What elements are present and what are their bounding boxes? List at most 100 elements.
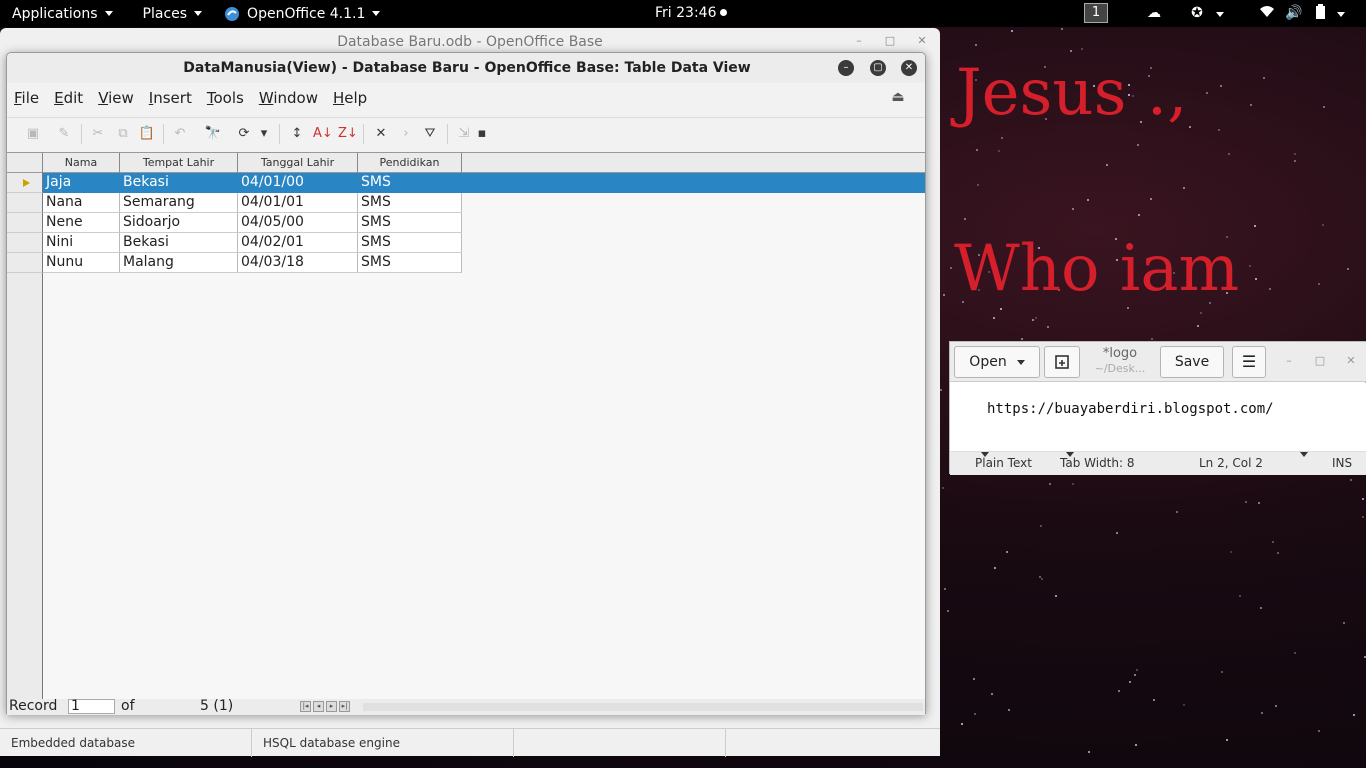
minimize-icon[interactable]: – [1282, 354, 1296, 368]
paste-icon[interactable]: 📋 [138, 125, 156, 143]
cell-pendidikan[interactable]: SMS [358, 213, 462, 233]
table-row[interactable]: Nini Bekasi 04/02/01 SMS [7, 233, 925, 253]
menu-insert[interactable]: Insert [142, 86, 200, 110]
menu-window[interactable]: Window [252, 86, 326, 110]
applications-menu[interactable]: Applications [0, 0, 125, 27]
star [1262, 77, 1265, 80]
weather-icon[interactable]: ☁ [1144, 4, 1164, 22]
table-row[interactable]: Nene Sidoarjo 04/05/00 SMS [7, 213, 925, 233]
menu-help[interactable]: Help [326, 86, 375, 110]
previous-record-icon[interactable]: ◂ [313, 701, 324, 712]
cell-pendidikan[interactable]: SMS [358, 233, 462, 253]
cell-tempat-lahir[interactable]: Bekasi [120, 233, 238, 253]
volume-icon[interactable]: 🔊 [1284, 4, 1304, 22]
row-handle[interactable] [7, 213, 43, 233]
chevron-down-icon[interactable] [1214, 4, 1226, 22]
document-extension-icon[interactable]: ⏏ [889, 89, 907, 107]
table-row[interactable]: Nana Semarang 04/01/01 SMS [7, 193, 925, 213]
column-header-tempat-lahir[interactable]: Tempat Lahir [120, 153, 238, 173]
save-record-icon[interactable]: ▣ [24, 125, 42, 143]
menu-view[interactable]: View [91, 86, 142, 110]
star [1254, 277, 1257, 280]
close-icon[interactable]: ✕ [915, 34, 929, 48]
sort-icon[interactable]: ↕ [288, 125, 306, 143]
workspace-indicator[interactable]: 1 [1084, 3, 1108, 23]
minimize-icon[interactable]: – [852, 34, 866, 48]
cell-pendidikan[interactable]: SMS [358, 173, 462, 193]
cell-nama[interactable]: Nunu [43, 253, 120, 273]
cell-tanggal-lahir[interactable]: 04/02/01 [238, 233, 358, 253]
last-record-icon[interactable]: ▸| [339, 701, 350, 712]
cell-tempat-lahir[interactable]: Sidoarjo [120, 213, 238, 233]
next-record-icon[interactable]: ▸ [326, 701, 337, 712]
maximize-icon[interactable]: ▢ [870, 60, 886, 76]
table-row[interactable]: Nunu Malang 04/03/18 SMS [7, 253, 925, 273]
sort-descending-icon[interactable]: Z↓ [338, 125, 358, 143]
menu-file[interactable]: File [7, 86, 47, 110]
editor-text-area[interactable]: https://buayaberdiri.blogspot.com/ [950, 383, 1366, 451]
close-icon[interactable]: ✕ [1344, 354, 1358, 368]
sort-ascending-icon[interactable]: A↓ [313, 125, 333, 143]
cell-nama[interactable]: Nana [43, 193, 120, 213]
open-button[interactable]: Open [954, 346, 1040, 378]
record-nav-buttons: |◂ ◂ ▸ ▸| [300, 701, 360, 712]
undo-icon[interactable]: ↶ [171, 125, 189, 143]
toolbar-overflow-icon[interactable]: ▪ [477, 125, 487, 143]
menu-edit[interactable]: Edit [47, 86, 91, 110]
column-header-nama[interactable]: Nama [43, 153, 120, 173]
standard-filter-icon[interactable]: ⛛ [421, 125, 439, 143]
maximize-icon[interactable]: □ [883, 34, 897, 48]
places-menu[interactable]: Places [125, 0, 215, 27]
autofilter-icon[interactable]: ✕ [372, 125, 390, 143]
close-icon[interactable]: ✕ [901, 60, 917, 76]
data-grid[interactable]: Nama Tempat Lahir Tanggal Lahir Pendidik… [7, 152, 925, 701]
first-record-icon[interactable]: |◂ [300, 701, 311, 712]
new-tab-button[interactable] [1044, 346, 1080, 378]
chevron-down-icon[interactable]: ▾ [259, 125, 269, 143]
data-to-text-icon[interactable]: ⇲ [455, 125, 473, 143]
horizontal-scrollbar[interactable] [363, 703, 923, 711]
cell-nama[interactable]: Nene [43, 213, 120, 233]
cell-tempat-lahir[interactable]: Bekasi [120, 173, 238, 193]
clock[interactable]: Fri 23:46 [655, 0, 728, 27]
cell-tempat-lahir[interactable]: Malang [120, 253, 238, 273]
save-button[interactable]: Save [1160, 346, 1224, 378]
star [942, 294, 945, 297]
accessibility-icon[interactable]: ✪ [1187, 4, 1207, 22]
column-header-tanggal-lahir[interactable]: Tanggal Lahir [238, 153, 358, 173]
document-title: *logo [1102, 346, 1138, 361]
row-handle[interactable] [7, 253, 43, 273]
cell-tanggal-lahir[interactable]: 04/03/18 [238, 253, 358, 273]
row-handle[interactable] [7, 193, 43, 213]
maximize-icon[interactable]: □ [1313, 354, 1327, 368]
wifi-icon[interactable] [1257, 4, 1277, 22]
row-handle[interactable] [7, 173, 43, 193]
record-number-input[interactable]: 1 [68, 699, 115, 714]
column-header-pendidikan[interactable]: Pendidikan [358, 153, 462, 173]
cell-pendidikan[interactable]: SMS [358, 193, 462, 213]
chevron-down-icon[interactable] [1335, 4, 1347, 22]
cell-nama[interactable]: Nini [43, 233, 120, 253]
copy-icon[interactable]: ⧉ [114, 125, 132, 143]
cell-pendidikan[interactable]: SMS [358, 253, 462, 273]
text-editor-window[interactable]: Open *logo ~/Desk... Save ☰ – □ ✕ https:… [949, 341, 1366, 475]
window-titlebar[interactable]: DataManusia(View) - Database Baru - Open… [7, 53, 925, 83]
battery-icon[interactable] [1311, 4, 1331, 22]
find-record-icon[interactable]: 🔭 [204, 125, 222, 143]
cut-icon[interactable]: ✂ [89, 125, 107, 143]
cell-tanggal-lahir[interactable]: 04/01/00 [238, 173, 358, 193]
table-row[interactable]: Jaja Bekasi 04/01/00 SMS [7, 173, 925, 193]
cell-tanggal-lahir[interactable]: 04/05/00 [238, 213, 358, 233]
edit-data-icon[interactable]: ✎ [55, 125, 73, 143]
active-app-menu[interactable]: OpenOffice 4.1.1 [214, 0, 392, 27]
cell-nama[interactable]: Jaja [43, 173, 120, 193]
menu-tools[interactable]: Tools [200, 86, 252, 110]
table-data-view-window[interactable]: DataManusia(View) - Database Baru - Open… [6, 52, 926, 715]
row-handle[interactable] [7, 233, 43, 253]
cell-tempat-lahir[interactable]: Semarang [120, 193, 238, 213]
cell-tanggal-lahir[interactable]: 04/01/01 [238, 193, 358, 213]
minimize-icon[interactable]: – [838, 60, 854, 76]
hamburger-menu-icon[interactable]: ☰ [1232, 346, 1266, 378]
apply-filter-icon[interactable]: › [397, 125, 415, 143]
refresh-icon[interactable]: ⟳ [235, 125, 253, 143]
